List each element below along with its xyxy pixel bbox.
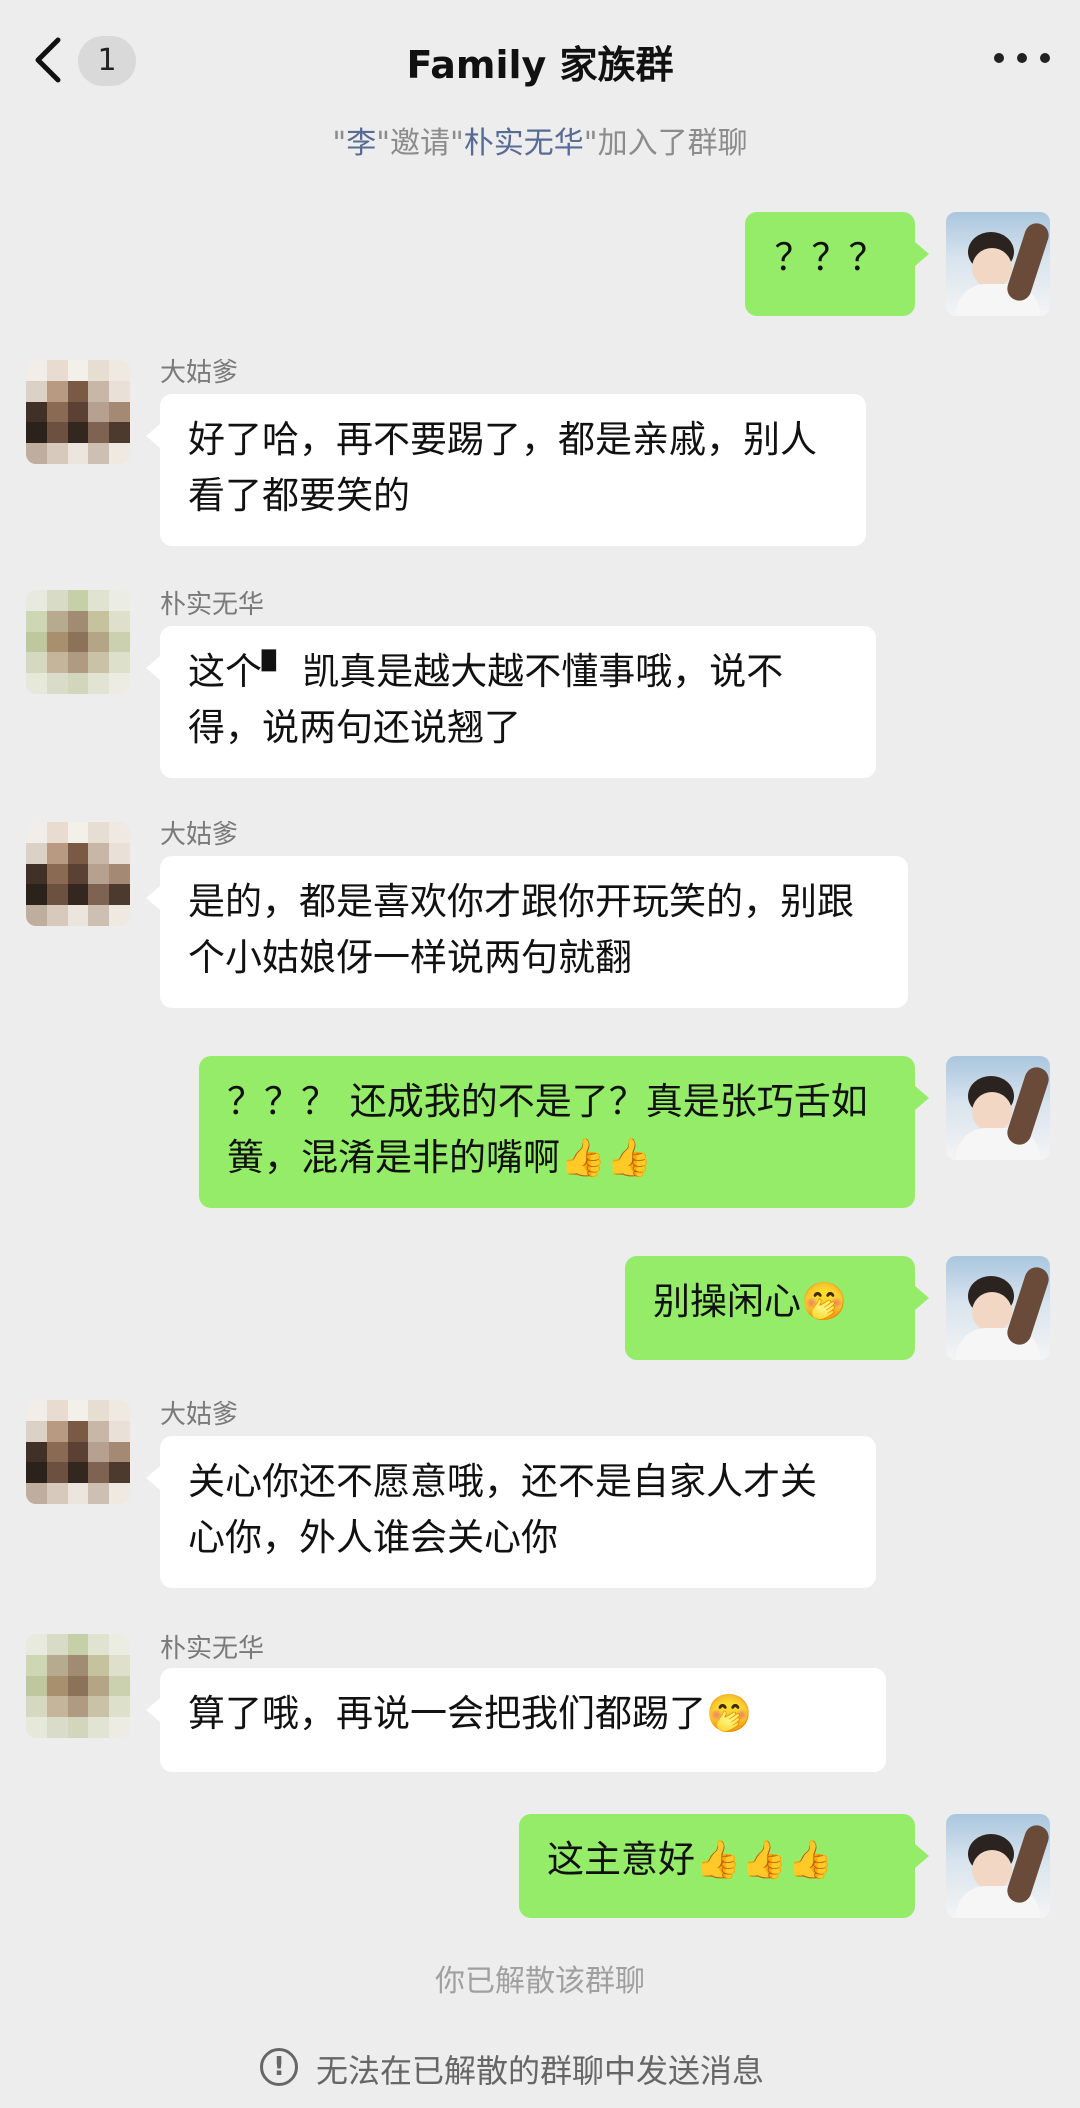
sender-name: 朴实无华 <box>160 590 265 620</box>
system-invite-message: "李"邀请"朴实无华"加入了群聊 <box>332 126 748 161</box>
message-bubble-outgoing[interactable]: 别操闲心🤭 <box>625 1256 929 1360</box>
message-bubble-outgoing[interactable]: ？？？ <box>745 212 929 316</box>
sender-avatar-dagudie[interactable] <box>26 1400 130 1504</box>
more-dots-icon[interactable] <box>994 44 1050 72</box>
message-bubble-outgoing[interactable]: ？？？ 还成我的不是了？真是张巧舌如簧，混淆是非的嘴啊👍👍 <box>199 1056 929 1208</box>
my-avatar[interactable] <box>946 1814 1050 1918</box>
chat-title: Family 家族群 <box>406 43 674 87</box>
disbanded-notice: 你已解散该群聊 <box>435 1964 645 1999</box>
sender-avatar-pushiwuhua[interactable] <box>26 590 130 694</box>
sender-avatar-pushiwuhua[interactable] <box>26 1634 130 1738</box>
chat-header: 1 Family 家族群 <box>0 0 1080 120</box>
my-avatar[interactable] <box>946 1056 1050 1160</box>
message-bubble-incoming[interactable]: 是的，都是喜欢你才跟你开玩笑的，别跟个小姑娘伢一样说两句就翻 <box>146 856 908 1008</box>
sender-name: 朴实无华 <box>160 1634 265 1664</box>
footer-notice-text: 无法在已解散的群聊中发送消息 <box>316 2052 765 2090</box>
message-bubble-outgoing[interactable]: 这主意好👍👍👍 <box>519 1814 929 1918</box>
my-avatar[interactable] <box>946 212 1050 316</box>
sender-name: 大姑爹 <box>160 358 239 388</box>
message-bubble-incoming[interactable]: 算了哦，再说一会把我们都踢了🤭 <box>146 1668 886 1772</box>
message-bubble-incoming[interactable]: 好了哈，再不要踢了，都是亲戚，别人看了都要笑的 <box>146 394 866 546</box>
sender-name: 大姑爹 <box>160 820 239 850</box>
sender-avatar-dagudie[interactable] <box>26 822 130 926</box>
invitee-name[interactable]: 朴实无华 <box>464 126 584 161</box>
sender-name: 大姑爹 <box>160 1400 239 1430</box>
message-bubble-incoming[interactable]: 关心你还不愿意哦，还不是自家人才关心你，外人谁会关心你 <box>146 1436 876 1588</box>
info-circle-icon: ! <box>260 2048 298 2086</box>
sender-avatar-dagudie[interactable] <box>26 360 130 464</box>
inviter-name[interactable]: 李 <box>346 126 376 161</box>
message-bubble-incoming[interactable]: 这个▘ 凯真是越大越不懂事哦，说不得，说两句还说翘了 <box>146 626 876 778</box>
input-disabled-footer: ! 无法在已解散的群聊中发送消息 <box>0 2040 1080 2108</box>
my-avatar[interactable] <box>946 1256 1050 1360</box>
